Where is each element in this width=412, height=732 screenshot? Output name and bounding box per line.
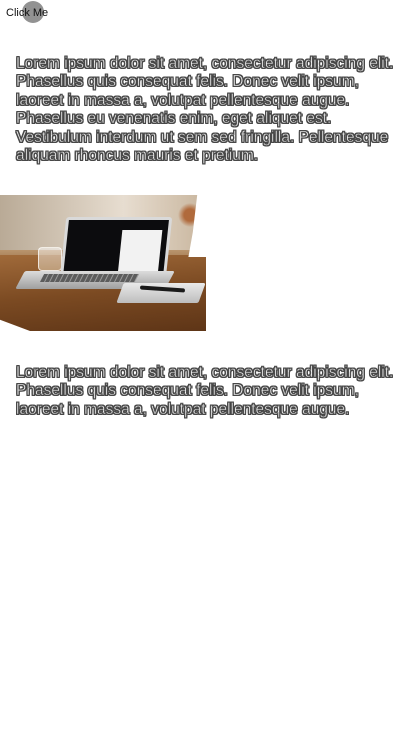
paragraph-2: Lorem ipsum dolor sit amet, consectetur …	[16, 364, 394, 418]
laptop-keyboard	[39, 274, 140, 282]
click-me-label: Click Me	[6, 7, 49, 19]
click-me-button[interactable]: Click Me	[6, 1, 49, 23]
paragraph-1: Lorem ipsum dolor sit amet, consectetur …	[16, 55, 394, 165]
glass-icon	[38, 247, 62, 271]
laptop-photo	[0, 195, 206, 331]
